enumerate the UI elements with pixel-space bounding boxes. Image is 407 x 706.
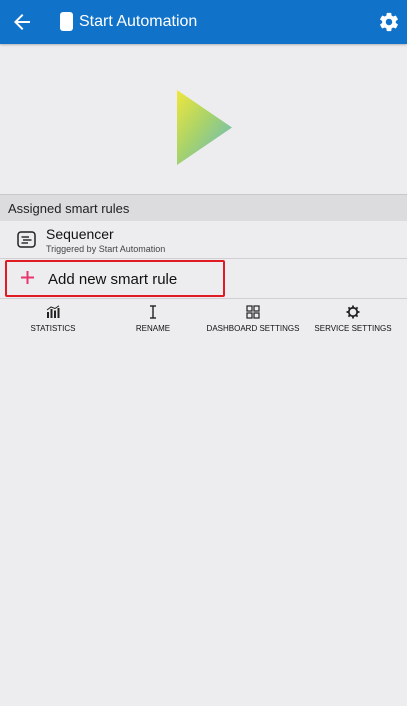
bar-chart-icon xyxy=(46,305,60,318)
device-icon xyxy=(60,12,73,31)
arrow-left-icon[interactable] xyxy=(10,10,34,34)
statistics-button[interactable]: STATISTICS xyxy=(3,305,103,337)
service-settings-label: SERVICE SETTINGS xyxy=(314,324,392,333)
text-cursor-icon xyxy=(150,305,156,319)
section-header: Assigned smart rules xyxy=(0,194,407,221)
cog-icon xyxy=(346,305,360,319)
add-smart-rule-button[interactable]: Add new smart rule xyxy=(5,260,225,297)
app-bar: Start Automation xyxy=(0,0,407,44)
rule-name: Sequencer xyxy=(46,226,114,242)
gear-icon[interactable] xyxy=(378,11,400,33)
dashboard-settings-label: DASHBOARD SETTINGS xyxy=(206,324,300,333)
page-title: Start Automation xyxy=(79,13,198,30)
rename-button[interactable]: RENAME xyxy=(103,305,203,337)
play-triangle-icon[interactable] xyxy=(176,90,232,165)
service-settings-button[interactable]: SERVICE SETTINGS xyxy=(303,305,403,337)
dashboard-settings-button[interactable]: DASHBOARD SETTINGS xyxy=(203,305,303,337)
action-bar: STATISTICS RENAME DASHBOARD SETTINGS SER… xyxy=(0,305,407,337)
list-item[interactable]: Sequencer Triggered by Start Automation xyxy=(0,221,407,259)
grid-icon xyxy=(246,305,260,319)
hero-area xyxy=(0,44,407,194)
rename-label: RENAME xyxy=(135,324,171,333)
add-smart-rule-label: Add new smart rule xyxy=(48,271,178,288)
statistics-label: STATISTICS xyxy=(30,324,76,333)
plus-icon xyxy=(21,271,34,284)
rule-subtitle: Triggered by Start Automation xyxy=(46,244,166,254)
sequencer-icon xyxy=(17,231,36,248)
section-title: Assigned smart rules xyxy=(8,201,130,216)
divider xyxy=(0,298,407,299)
